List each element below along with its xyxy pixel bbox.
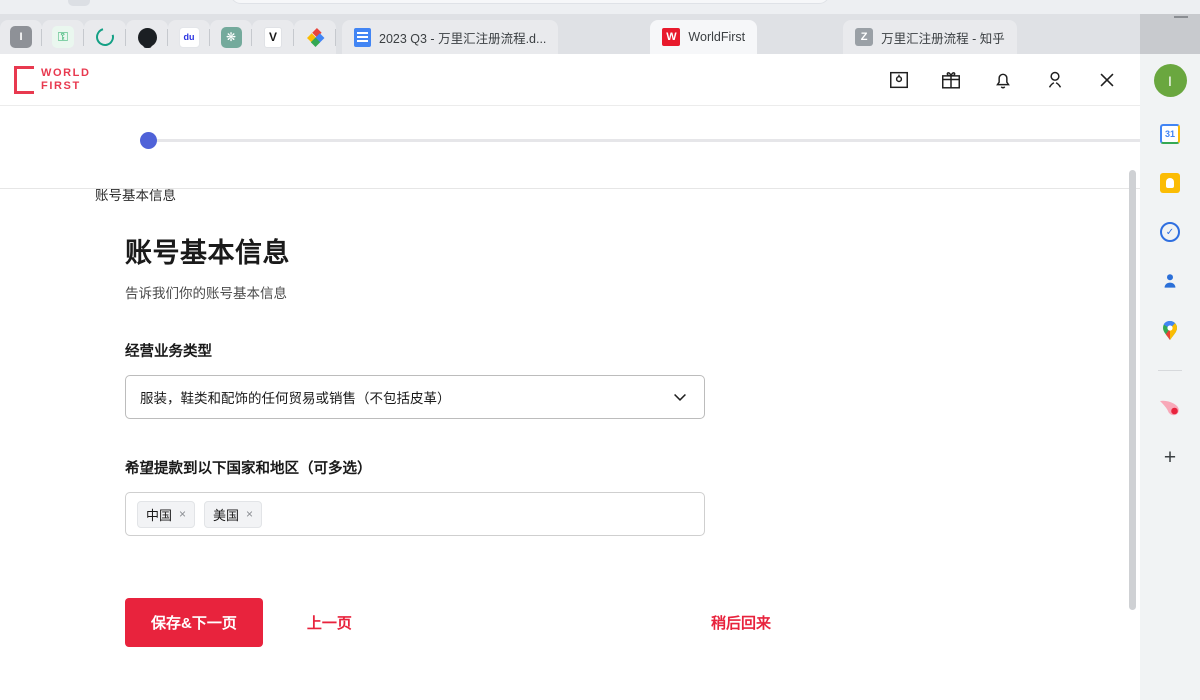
tab-pinned-openai[interactable]: ❋ xyxy=(210,20,252,54)
google-maps-icon[interactable] xyxy=(1159,319,1181,341)
withdraw-countries-input[interactable]: 中国 × 美国 × xyxy=(125,492,705,536)
browser-tabstrip: I ⚿ du ❋ V 2023 Q3 xyxy=(0,14,1200,54)
window-controls-area xyxy=(1140,14,1200,54)
side-panel-divider xyxy=(1158,370,1182,371)
openai-icon: ❋ xyxy=(221,27,242,48)
withdraw-countries-label: 希望提款到以下国家和地区（可多选） xyxy=(125,457,1140,478)
country-tag[interactable]: 中国 × xyxy=(137,501,195,528)
diamond-icon xyxy=(306,28,325,47)
letter-i-icon: I xyxy=(10,26,32,48)
country-tag[interactable]: 美国 × xyxy=(204,501,262,528)
business-type-label: 经营业务类型 xyxy=(125,340,1140,361)
tab-pinned-key[interactable]: ⚿ xyxy=(42,20,84,54)
screen: I ⚿ du ❋ V 2023 Q3 xyxy=(0,0,1200,700)
business-type-value: 服装，鞋类和配饰的任何贸易或销售（不包括皮革） xyxy=(140,387,451,407)
check-glyph: ✓ xyxy=(1160,222,1180,242)
comet-icon[interactable] xyxy=(1159,397,1181,419)
progress-stepper: 账号基本信息 xyxy=(0,106,1140,186)
tab-pinned-diamond[interactable] xyxy=(294,20,336,54)
form-actions: 保存&下一页 上一页 稍后回来 xyxy=(125,598,771,647)
site-header: WORLD FIRST xyxy=(0,54,1140,106)
tab-pinned-loading[interactable] xyxy=(84,20,126,54)
come-back-later-button[interactable]: 稍后回来 xyxy=(711,612,771,633)
baidu-icon: du xyxy=(179,27,200,48)
calendar-date-badge: 31 xyxy=(1160,124,1180,144)
header-actions xyxy=(888,69,1118,91)
tab-worldfirst[interactable]: W WorldFirst xyxy=(650,20,757,54)
page-subtitle: 告诉我们你的账号基本信息 xyxy=(125,282,1140,302)
country-tag-label: 美国 xyxy=(213,505,239,524)
google-docs-icon xyxy=(354,28,371,47)
logo-text: WORLD FIRST xyxy=(41,67,91,93)
page-title: 账号基本信息 xyxy=(125,231,1140,270)
github-icon xyxy=(138,28,157,47)
business-type-select[interactable]: 服装，鞋类和配饰的任何贸易或销售（不包括皮革） xyxy=(125,375,705,419)
toolbar-chip[interactable] xyxy=(68,0,90,6)
tab-pinned-i[interactable]: I xyxy=(0,20,42,54)
person-glyph xyxy=(1160,271,1180,291)
tab-title: 2023 Q3 - 万里汇注册流程.d... xyxy=(379,28,546,47)
remove-tag-icon[interactable]: × xyxy=(246,507,253,521)
stepper-dot-current[interactable] xyxy=(140,132,157,149)
browser-toolbar-sliver xyxy=(0,0,1200,14)
google-keep-icon[interactable] xyxy=(1159,172,1181,194)
lightbulb-glyph xyxy=(1160,173,1180,193)
bell-icon[interactable] xyxy=(992,69,1014,91)
google-side-panel: I 31 ✓ xyxy=(1140,54,1200,700)
page-viewport: WORLD FIRST xyxy=(0,54,1140,700)
logo-line-1: WORLD xyxy=(41,67,91,80)
tab-pinned-github[interactable] xyxy=(126,20,168,54)
logo-line-2: FIRST xyxy=(41,80,91,93)
minimize-icon[interactable] xyxy=(1174,16,1188,18)
field-business-type: 经营业务类型 服装，鞋类和配饰的任何贸易或销售（不包括皮革） xyxy=(125,340,1140,419)
google-tasks-icon[interactable]: ✓ xyxy=(1159,221,1181,243)
tab-zhihu[interactable]: Z 万里汇注册流程 - 知乎 xyxy=(843,20,1017,54)
plus-icon: + xyxy=(1164,447,1176,468)
worldfirst-logo[interactable]: WORLD FIRST xyxy=(14,66,91,94)
key-icon: ⚿ xyxy=(52,26,74,48)
save-next-button[interactable]: 保存&下一页 xyxy=(125,598,263,647)
previous-button[interactable]: 上一页 xyxy=(307,612,352,633)
avatar[interactable]: I xyxy=(1154,64,1187,97)
messages-icon[interactable] xyxy=(888,69,910,91)
tab-pinned-v[interactable]: V xyxy=(252,20,294,54)
worldfirst-icon: W xyxy=(662,28,680,46)
add-app-button[interactable]: + xyxy=(1159,446,1181,468)
chevron-down-icon xyxy=(670,387,690,407)
close-icon[interactable] xyxy=(1096,69,1118,91)
google-calendar-icon[interactable]: 31 xyxy=(1159,123,1181,145)
address-bar[interactable] xyxy=(230,0,830,4)
gift-icon[interactable] xyxy=(940,69,962,91)
tab-google-docs[interactable]: 2023 Q3 - 万里汇注册流程.d... xyxy=(342,20,558,54)
user-icon[interactable] xyxy=(1044,69,1066,91)
bracket-icon xyxy=(14,66,34,94)
page-scrollbar[interactable] xyxy=(1129,170,1136,610)
comet-glyph xyxy=(1159,399,1181,417)
remove-tag-icon[interactable]: × xyxy=(179,507,186,521)
zhihu-icon: Z xyxy=(855,28,873,46)
tab-title: WorldFirst xyxy=(688,30,745,44)
tab-pinned-baidu[interactable]: du xyxy=(168,20,210,54)
main-content: 账号基本信息 告诉我们你的账号基本信息 经营业务类型 服装，鞋类和配饰的任何贸易… xyxy=(0,186,1140,647)
stepper-track xyxy=(150,139,1140,142)
letter-v-icon: V xyxy=(264,27,282,48)
google-contacts-icon[interactable] xyxy=(1159,270,1181,292)
tab-title: 万里汇注册流程 - 知乎 xyxy=(881,28,1005,47)
field-withdraw-countries: 希望提款到以下国家和地区（可多选） 中国 × 美国 × xyxy=(125,457,1140,536)
map-pin-glyph xyxy=(1161,319,1179,341)
spinner-ring-icon xyxy=(93,25,118,50)
country-tag-label: 中国 xyxy=(146,505,172,524)
